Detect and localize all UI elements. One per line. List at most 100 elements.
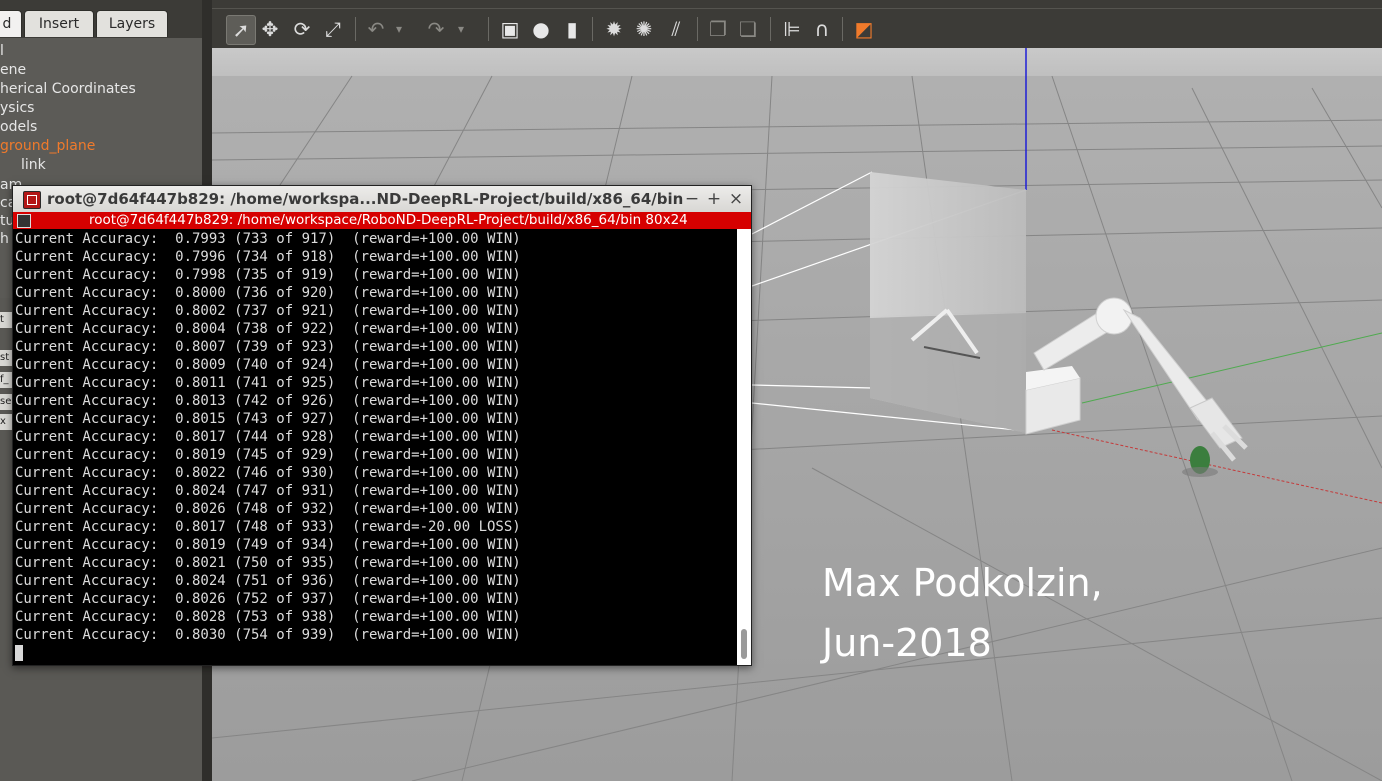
terminal-line: Current Accuracy: 0.7996 (734 of 918) (r…: [15, 249, 521, 265]
toolbar-separator: [488, 17, 489, 41]
translate-mode-button[interactable]: ✥: [256, 15, 284, 43]
snap-button[interactable]: ∩: [808, 15, 836, 43]
tree-item-physics[interactable]: ysics: [0, 100, 34, 116]
chevron-down-icon: ▾: [395, 22, 403, 36]
align-button[interactable]: ⊫: [778, 15, 806, 43]
terminal-line: Current Accuracy: 0.7993 (733 of 917) (r…: [15, 231, 521, 247]
property-button[interactable]: f_: [0, 372, 12, 388]
terminal-title: root@7d64f447b829: /home/workspa...ND-De…: [47, 190, 684, 208]
toolbar-separator: [842, 17, 843, 41]
copy-button[interactable]: ❐: [704, 15, 732, 43]
close-button[interactable]: ×: [727, 189, 745, 209]
tree-item-h[interactable]: h: [0, 231, 9, 247]
terminal-line: Current Accuracy: 0.8017 (748 of 933) (r…: [15, 519, 521, 535]
sphere-icon: ●: [532, 17, 550, 41]
robot-joint: [1095, 297, 1133, 335]
toolbar: ➚ ✥ ⟳ ⤢ ↶ ▾ ↷ ▾ ▣ ● ▮ ✹ ✺ ⫽ ❐ ❏ ⊫ ∩ ◩: [212, 8, 1382, 49]
tree-item-scene[interactable]: ene: [0, 62, 26, 78]
terminal-window[interactable]: root@7d64f447b829: /home/workspa...ND-De…: [12, 185, 752, 666]
tree-item[interactable]: l: [0, 43, 4, 59]
terminal-line: Current Accuracy: 0.8030 (754 of 939) (r…: [15, 627, 521, 643]
watermark-name: Max Podkolzin,: [822, 561, 1103, 605]
minimize-icon: −: [684, 189, 700, 209]
property-button[interactable]: st: [0, 350, 12, 366]
redo-icon: ↷: [427, 17, 445, 41]
tree-item-models[interactable]: odels: [0, 119, 37, 135]
terminal-inner-titlebar[interactable]: root@7d64f447b829: /home/workspace/RoboN…: [13, 212, 751, 229]
terminal-line: Current Accuracy: 0.8009 (740 of 924) (r…: [15, 357, 521, 373]
terminal-inner-title: root@7d64f447b829: /home/workspace/RoboN…: [89, 212, 688, 228]
redo-button[interactable]: ↷: [422, 15, 450, 43]
view-angle-button[interactable]: ◩: [850, 15, 878, 43]
terminal-line: Current Accuracy: 0.8000 (736 of 920) (r…: [15, 285, 521, 301]
tab-insert[interactable]: Insert: [24, 10, 94, 37]
terminal-scrollbar[interactable]: [737, 229, 751, 665]
toolbar-separator: [697, 17, 698, 41]
insert-box-button[interactable]: ▣: [496, 15, 524, 43]
paste-icon: ❏: [739, 17, 757, 41]
insert-sphere-button[interactable]: ●: [527, 15, 555, 43]
panel-tabs: d Insert Layers: [0, 8, 212, 38]
terminal-app-icon: [23, 191, 41, 209]
scrollbar-thumb[interactable]: [741, 629, 747, 659]
tree-item-link[interactable]: link: [21, 157, 46, 173]
directional-light-icon: ⫽: [671, 17, 681, 41]
terminal-line: Current Accuracy: 0.8024 (751 of 936) (r…: [15, 573, 521, 589]
cylinder-icon: ▮: [566, 17, 578, 41]
terminal-titlebar[interactable]: root@7d64f447b829: /home/workspa...ND-De…: [13, 186, 751, 212]
terminal-line: Current Accuracy: 0.8019 (745 of 929) (r…: [15, 447, 521, 463]
undo-button[interactable]: ↶: [362, 15, 390, 43]
property-button[interactable]: x: [0, 414, 12, 430]
terminal-cursor: [15, 645, 23, 661]
copy-icon: ❐: [709, 17, 727, 41]
minimize-button[interactable]: −: [683, 189, 701, 209]
terminal-lines: Current Accuracy: 0.7993 (733 of 917) (r…: [15, 230, 521, 644]
tree-item-spherical-coordinates[interactable]: herical Coordinates: [0, 81, 136, 97]
redo-history-button[interactable]: ▾: [454, 15, 468, 43]
rotate-mode-button[interactable]: ⟳: [288, 15, 316, 43]
cursor-arrow-icon: ➚: [232, 18, 250, 42]
magnet-icon: ∩: [814, 17, 830, 41]
terminal-inner-icon: [17, 214, 31, 228]
undo-icon: ↶: [367, 17, 385, 41]
author-watermark: Max Podkolzin, Jun-2018: [822, 553, 1103, 673]
maximize-button[interactable]: +: [705, 189, 723, 209]
terminal-line: Current Accuracy: 0.8022 (746 of 930) (r…: [15, 465, 521, 481]
terminal-line: Current Accuracy: 0.8007 (739 of 923) (r…: [15, 339, 521, 355]
terminal-line: Current Accuracy: 0.8013 (742 of 926) (r…: [15, 393, 521, 409]
maximize-icon: +: [706, 189, 722, 209]
point-light-button[interactable]: ✹: [600, 15, 628, 43]
paste-button[interactable]: ❏: [734, 15, 762, 43]
toolbar-separator: [355, 17, 356, 41]
terminal-line: Current Accuracy: 0.7998 (735 of 919) (r…: [15, 267, 521, 283]
terminal-line: Current Accuracy: 0.8015 (743 of 927) (r…: [15, 411, 521, 427]
align-icon: ⊫: [783, 17, 801, 41]
select-mode-button[interactable]: ➚: [226, 15, 256, 45]
point-light-icon: ✹: [605, 17, 623, 41]
terminal-line: Current Accuracy: 0.8021 (750 of 935) (r…: [15, 555, 521, 571]
insert-cylinder-button[interactable]: ▮: [558, 15, 586, 43]
toolbar-separator: [592, 17, 593, 41]
view-cube-icon: ◩: [854, 17, 874, 41]
terminal-line: Current Accuracy: 0.8026 (752 of 937) (r…: [15, 591, 521, 607]
chevron-down-icon: ▾: [457, 22, 465, 36]
property-button[interactable]: t: [0, 312, 12, 328]
move-arrows-icon: ✥: [261, 17, 279, 41]
spot-light-icon: ✺: [635, 17, 653, 41]
terminal-line: Current Accuracy: 0.8019 (749 of 934) (r…: [15, 537, 521, 553]
scale-mode-button[interactable]: ⤢: [319, 15, 347, 43]
terminal-line: Current Accuracy: 0.8011 (741 of 925) (r…: [15, 375, 521, 391]
terminal-line: Current Accuracy: 0.8028 (753 of 938) (r…: [15, 609, 521, 625]
terminal-output[interactable]: Current Accuracy: 0.7993 (733 of 917) (r…: [13, 229, 737, 665]
terminal-line: Current Accuracy: 0.8004 (738 of 922) (r…: [15, 321, 521, 337]
directional-light-button[interactable]: ⫽: [662, 15, 690, 43]
tab-world[interactable]: d: [0, 10, 22, 37]
terminal-line: Current Accuracy: 0.8026 (748 of 932) (r…: [15, 501, 521, 517]
tab-layers[interactable]: Layers: [96, 10, 168, 37]
tree-item-ground-plane[interactable]: ground_plane: [0, 138, 95, 154]
spot-light-button[interactable]: ✺: [630, 15, 658, 43]
property-button[interactable]: se: [0, 394, 12, 410]
scale-icon: ⤢: [325, 17, 341, 41]
terminal-line: Current Accuracy: 0.8017 (744 of 928) (r…: [15, 429, 521, 445]
undo-history-button[interactable]: ▾: [392, 15, 406, 43]
